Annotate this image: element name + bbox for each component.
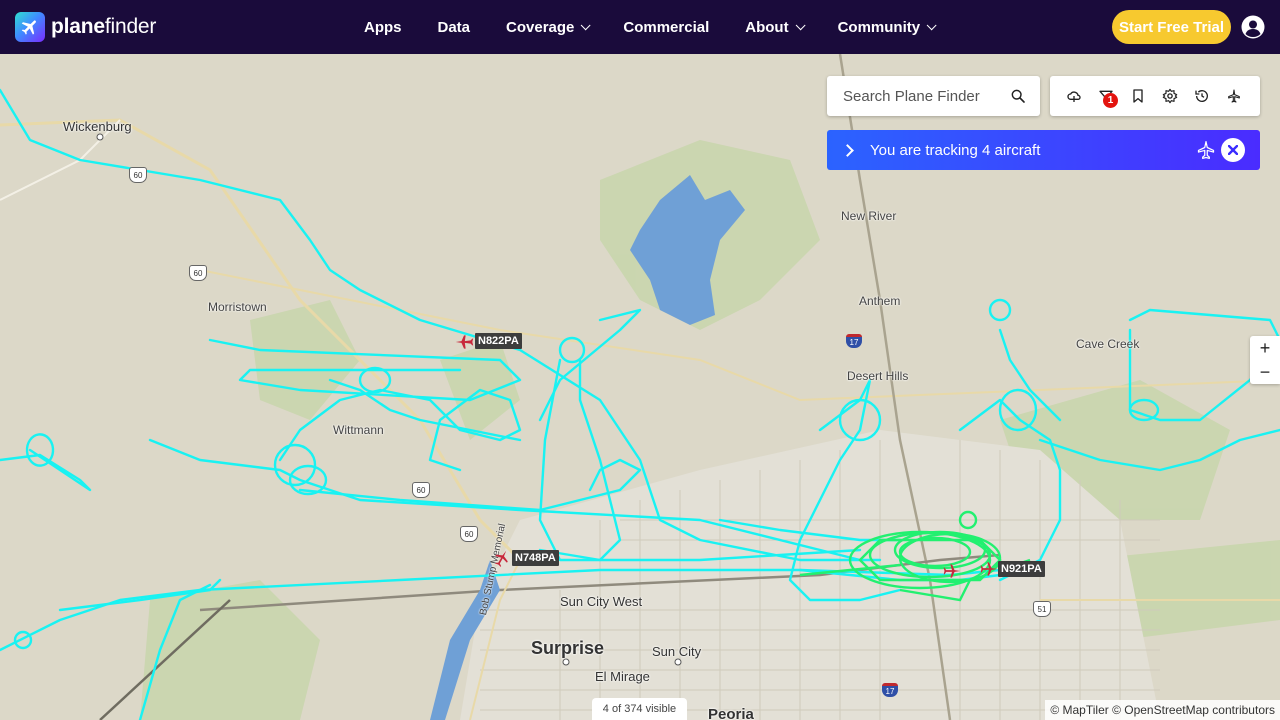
aircraft-icon[interactable] [979, 559, 999, 579]
zoom-out-button[interactable]: − [1250, 360, 1280, 384]
place-label: New River [841, 209, 897, 223]
place-label: Peoria [708, 706, 754, 720]
map-toolbar [1050, 76, 1260, 116]
top-navigation-bar: planefinder Apps Data Coverage Commercia… [0, 0, 1280, 54]
search-icon[interactable] [1010, 88, 1026, 104]
close-icon [1228, 145, 1238, 155]
aircraft-callsign-tag[interactable]: N921PA [998, 561, 1045, 577]
close-tracking-button[interactable] [1221, 138, 1245, 162]
route-shield: 60 [412, 482, 430, 498]
place-label: Sun City [652, 644, 702, 659]
route-shield: 60 [189, 265, 207, 281]
settings-gear-icon[interactable] [1162, 88, 1178, 104]
route-shield: 60 [129, 167, 147, 183]
chevron-down-icon [795, 19, 806, 30]
search-input[interactable] [841, 86, 1005, 106]
route-shield: 60 [460, 526, 478, 542]
aircraft-outline-icon [1197, 141, 1215, 159]
logo-wordmark: planefinder [51, 15, 157, 38]
nav-commercial[interactable]: Commercial [623, 19, 709, 36]
chevron-right-icon[interactable] [841, 143, 854, 157]
interstate-shield: 17 [846, 334, 862, 348]
map-attribution[interactable]: © MapTiler © OpenStreetMap contributors [1045, 700, 1280, 720]
tracking-label: You are tracking 4 aircraft [870, 141, 1041, 159]
aircraft-icon[interactable] [454, 332, 474, 352]
place-label: Cave Creek [1076, 337, 1140, 351]
zoom-control: + − [1250, 336, 1280, 384]
nav-community[interactable]: Community [838, 19, 937, 36]
weather-cloud-icon[interactable] [1066, 88, 1082, 104]
place-label: Morristown [208, 300, 267, 314]
place-label: Wittmann [333, 423, 384, 437]
place-label: Sun City West [560, 594, 643, 609]
chevron-down-icon [926, 19, 937, 30]
bookmark-icon[interactable] [1130, 88, 1146, 104]
place-label: Anthem [859, 294, 901, 308]
chevron-down-icon [581, 19, 591, 30]
tracking-banner[interactable]: You are tracking 4 aircraft [827, 130, 1260, 170]
place-label: El Mirage [595, 669, 650, 684]
planefinder-logo[interactable]: planefinder [15, 12, 156, 42]
aircraft-icon[interactable] [942, 561, 962, 581]
filter-count-badge: 1 [1103, 93, 1118, 108]
visible-aircraft-count: 4 of 374 visible [592, 698, 687, 720]
nav-coverage[interactable]: Coverage [506, 19, 591, 36]
main-nav: Apps Data Coverage Commercial About Comm… [364, 0, 937, 54]
nav-data[interactable]: Data [438, 19, 471, 36]
search-box [827, 76, 1040, 116]
zoom-in-button[interactable]: + [1250, 336, 1280, 360]
aircraft-icon[interactable] [492, 548, 512, 568]
place-label: Desert Hills [847, 369, 909, 383]
aircraft-callsign-tag[interactable]: N822PA [475, 333, 522, 349]
route-shield: 51 [1033, 601, 1051, 617]
place-label: Surprise [531, 638, 605, 658]
nav-about[interactable]: About [745, 19, 806, 36]
airport-icon[interactable] [1226, 88, 1242, 104]
start-free-trial-button[interactable]: Start Free Trial [1112, 10, 1231, 44]
aircraft-callsign-tag[interactable]: N748PA [512, 550, 559, 566]
place-label: Wickenburg [63, 119, 132, 134]
history-icon[interactable] [1194, 88, 1210, 104]
plane-logo-icon [15, 12, 45, 42]
nav-apps[interactable]: Apps [364, 19, 402, 36]
account-icon[interactable] [1241, 15, 1265, 39]
interstate-shield: 17 [882, 683, 898, 697]
